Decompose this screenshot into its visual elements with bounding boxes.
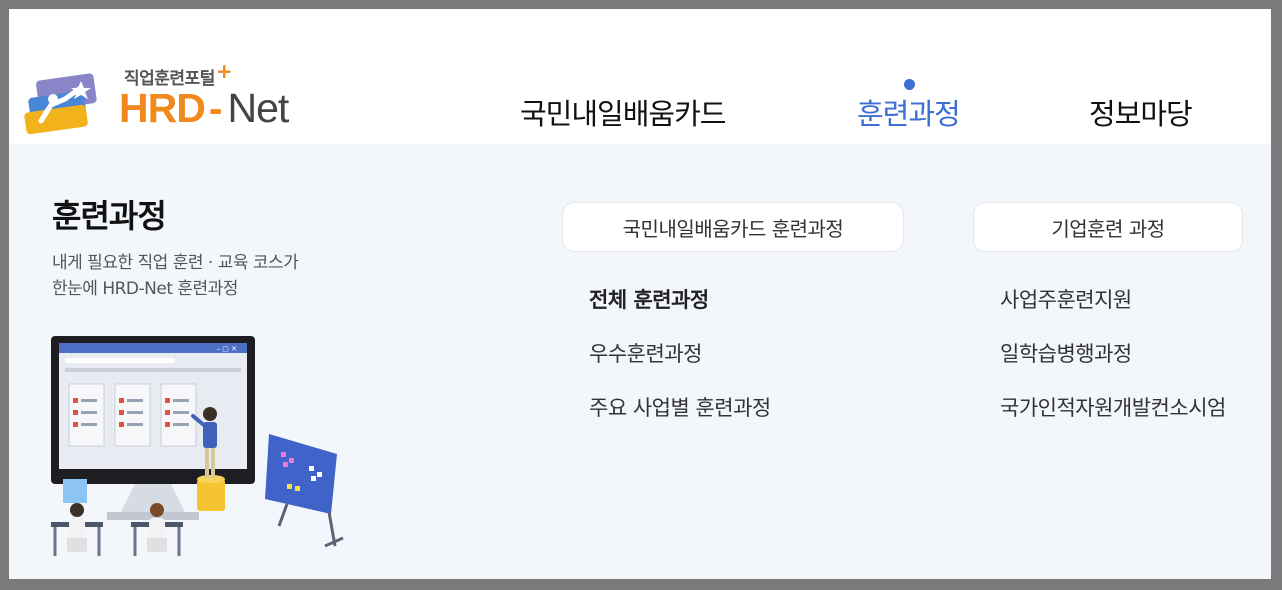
link-national-hr-consortium[interactable]: 국가인적자원개발컨소시엄 xyxy=(1000,394,1226,422)
logo-brand: HRD- Net xyxy=(119,85,289,131)
nav-item-learning-card[interactable]: 국민내일배움카드 xyxy=(520,96,726,132)
page-frame: 직업훈련포털+ HRD- Net 국민내일배움카드 훈련과정 정보마당 훈련과정 … xyxy=(9,9,1271,579)
dropdown-panel: 훈련과정 내게 필요한 직업 훈련 · 교육 코스가 한눈에 HRD-Net 훈… xyxy=(9,144,1271,579)
category-learning-card-courses-button[interactable]: 국민내일배움카드 훈련과정 xyxy=(562,202,904,252)
panel-desc-line2: 한눈에 HRD-Net 훈련과정 xyxy=(52,279,238,299)
window-controls: – ▢ ✕ xyxy=(217,345,237,353)
link-all-courses[interactable]: 전체 훈련과정 xyxy=(589,286,709,314)
logo-dash: - xyxy=(208,85,223,131)
logo-hrd: HRD xyxy=(119,85,206,131)
nav-item-info[interactable]: 정보마당 xyxy=(1089,96,1193,132)
link-major-program-courses[interactable]: 주요 사업별 훈련과정 xyxy=(589,394,771,422)
link-employer-training-support[interactable]: 사업주훈련지원 xyxy=(1000,286,1132,314)
classroom-presentation-illustration: – ▢ ✕ xyxy=(51,336,344,556)
category-enterprise-training-button[interactable]: 기업훈련 과정 xyxy=(973,202,1243,252)
hrd-net-logo[interactable]: 직업훈련포털+ HRD- Net xyxy=(21,59,321,136)
nav-item-training-courses[interactable]: 훈련과정 xyxy=(857,96,961,132)
link-excellent-courses[interactable]: 우수훈련과정 xyxy=(589,340,702,368)
logo-net: Net xyxy=(227,85,289,131)
link-work-study-courses[interactable]: 일학습병행과정 xyxy=(1000,340,1132,368)
panel-title: 훈련과정 xyxy=(52,197,167,235)
logo-mark-icon xyxy=(24,73,97,135)
panel-description: 내게 필요한 직업 훈련 · 교육 코스가 한눈에 HRD-Net 훈련과정 xyxy=(52,250,372,302)
active-indicator-dot xyxy=(904,79,915,90)
panel-desc-line1: 내게 필요한 직업 훈련 · 교육 코스가 xyxy=(52,253,299,273)
logo-plus: + xyxy=(215,59,233,83)
site-header: 직업훈련포털+ HRD- Net 국민내일배움카드 훈련과정 정보마당 xyxy=(9,9,1271,144)
